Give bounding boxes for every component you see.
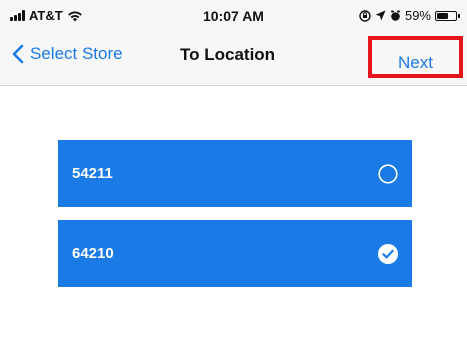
battery-tip	[458, 13, 460, 18]
location-arrow-icon	[375, 10, 386, 21]
chevron-left-icon	[12, 44, 24, 64]
back-button[interactable]: Select Store	[12, 44, 123, 64]
screen: AT&T 10:07 AM 59% Select Store To Locati…	[0, 0, 467, 347]
status-right: 59%	[359, 8, 460, 23]
navigation-bar: Select Store To Location Next	[0, 36, 467, 86]
store-list: 54211 64210	[58, 140, 412, 300]
store-option-label: 54211	[72, 165, 113, 182]
store-option-label: 64210	[72, 245, 114, 262]
next-button-label: Next	[398, 53, 433, 72]
page-title: To Location	[180, 45, 276, 64]
battery-icon	[435, 10, 460, 21]
radio-unchecked-icon[interactable]	[378, 164, 398, 184]
battery-level	[437, 12, 448, 19]
next-button[interactable]: Next	[368, 36, 463, 78]
store-option-64210[interactable]: 64210	[58, 220, 412, 287]
radio-checked-icon[interactable]	[378, 244, 398, 264]
status-bar: AT&T 10:07 AM 59%	[0, 0, 467, 36]
back-button-label: Select Store	[30, 44, 123, 63]
battery-percent: 59%	[404, 8, 431, 23]
rotation-lock-icon	[359, 9, 371, 22]
alarm-clock-icon	[390, 10, 400, 21]
store-option-54211[interactable]: 54211	[58, 140, 412, 207]
